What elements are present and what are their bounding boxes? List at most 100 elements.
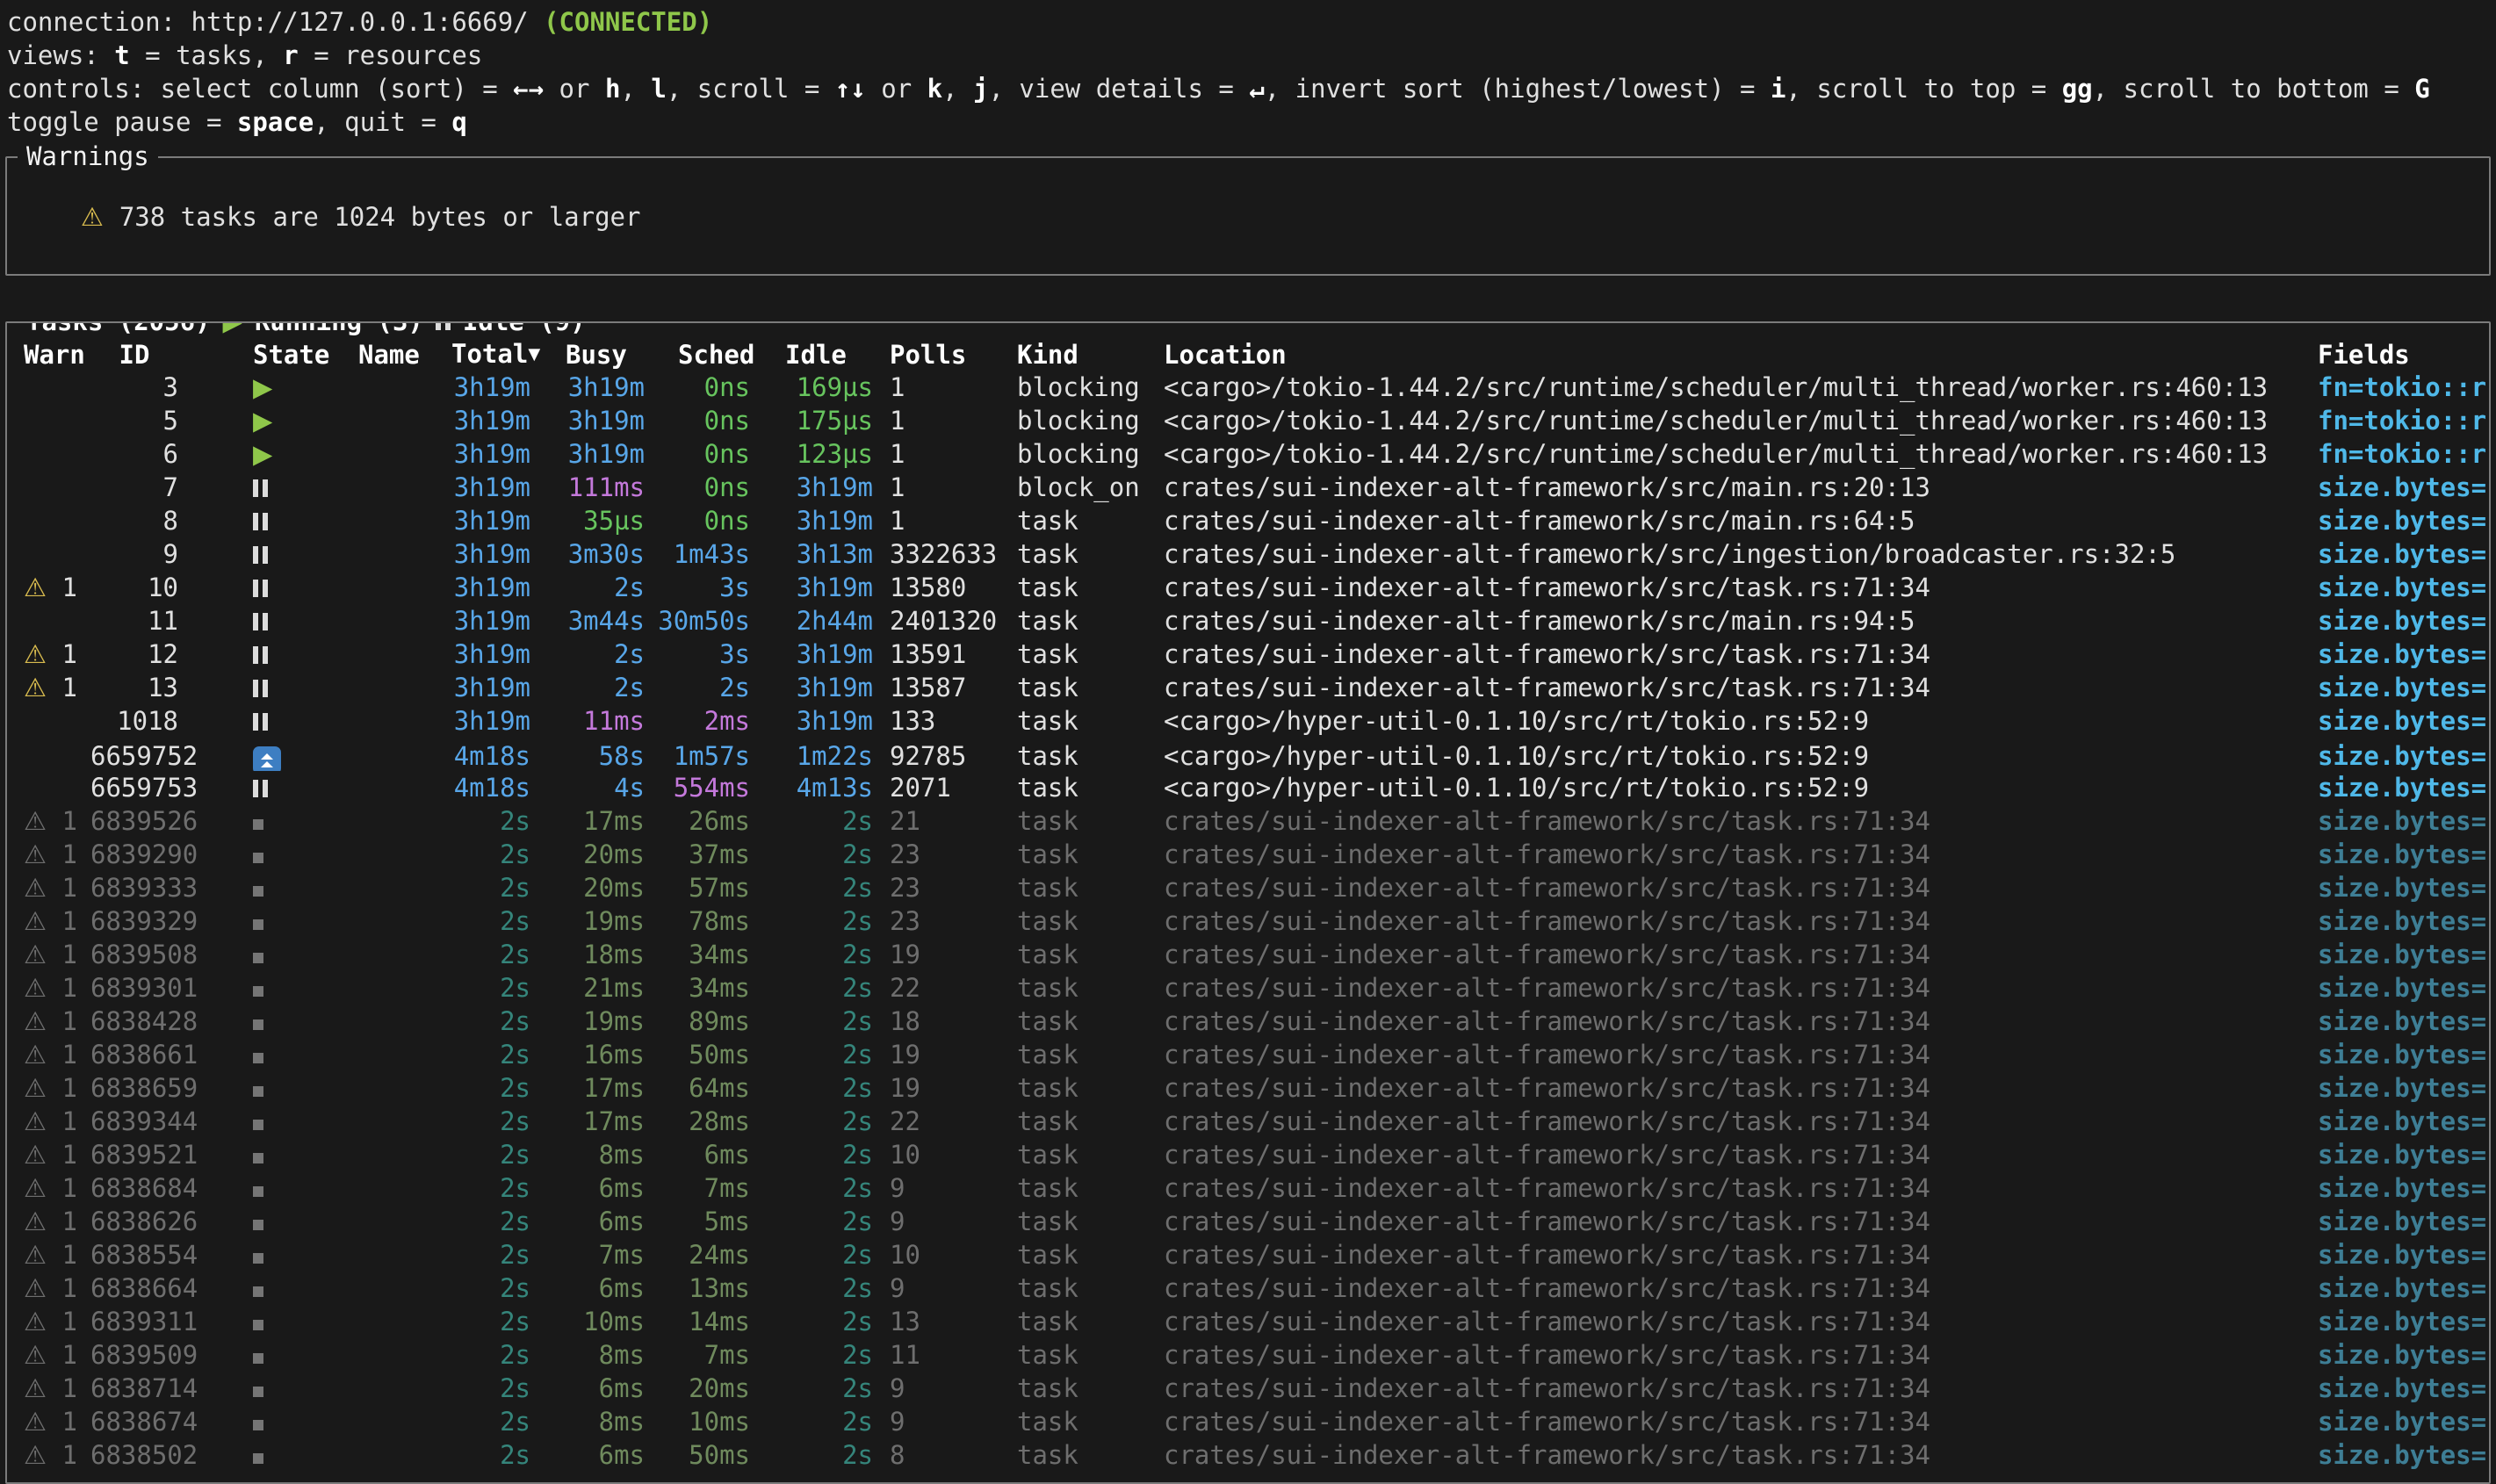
task-row[interactable]: 93h19m3m30s1m43s3h13m3322633taskcrates/s… [7, 537, 2489, 571]
cell-sched: 28ms [653, 1105, 759, 1138]
task-row[interactable]: ⚠ 168395262s17ms26ms2s21taskcrates/sui-i… [7, 804, 2489, 838]
cell-kind: task [1000, 1138, 1147, 1171]
cell-sched: 1m57s [653, 739, 759, 771]
task-row[interactable]: ⚠ 168386612s16ms50ms2s19taskcrates/sui-i… [7, 1038, 2489, 1071]
task-row[interactable]: 66597524m18s58s1m57s1m22s92785task<cargo… [7, 738, 2489, 771]
cell-fields: fn=tokio::r [2301, 437, 2489, 471]
task-row[interactable]: ⚠ 168384282s19ms89ms2s18taskcrates/sui-i… [7, 1005, 2489, 1038]
text-segment: = tasks, [130, 40, 284, 70]
idle-count: Idle (9) [463, 321, 586, 338]
task-row[interactable]: ⚠ 168386742s8ms10ms2s9taskcrates/sui-ind… [7, 1405, 2489, 1438]
task-row[interactable]: ⚠ 168393332s20ms57ms2s23taskcrates/sui-i… [7, 871, 2489, 904]
task-row[interactable]: ⚠ 168385542s7ms24ms2s10taskcrates/sui-in… [7, 1238, 2489, 1271]
task-row[interactable]: ⚠ 168393442s17ms28ms2s22taskcrates/sui-i… [7, 1105, 2489, 1138]
cell-sched: 89ms [653, 1005, 759, 1038]
cell-state [253, 738, 358, 771]
paused-icon [253, 646, 268, 664]
task-row[interactable]: ⚠ 1103h19m2s3s3h19m13580taskcrates/sui-i… [7, 571, 2489, 604]
cell-warn: ⚠ 1 [7, 1271, 90, 1305]
running-icon: ▶ [253, 406, 272, 436]
cell-fields: size.bytes= [2301, 1171, 2489, 1205]
cell-id: 6838674 [90, 1405, 253, 1438]
cell-state [253, 1238, 358, 1271]
task-row[interactable]: ⚠ 1123h19m2s3s3h19m13591taskcrates/sui-i… [7, 638, 2489, 671]
tasks-table: WarnIDStateNameTotal▼BusySchedIdlePollsK… [7, 323, 2489, 1482]
task-row[interactable]: ⚠ 168386642s6ms13ms2s9taskcrates/sui-ind… [7, 1271, 2489, 1305]
stopped-icon [253, 1220, 263, 1230]
warning-icon: ⚠ [24, 1173, 47, 1203]
paused-icon [253, 613, 268, 630]
task-row[interactable]: 113h19m3m44s30m50s2h44m2401320taskcrates… [7, 604, 2489, 638]
column-header-name[interactable]: Name [358, 338, 451, 371]
task-row[interactable]: ⚠ 168395082s18ms34ms2s19taskcrates/sui-i… [7, 938, 2489, 971]
cell-fields: size.bytes= [2301, 638, 2489, 671]
cell-kind: task [1000, 504, 1147, 537]
task-row[interactable]: ⚠ 168393112s10ms14ms2s13taskcrates/sui-i… [7, 1305, 2489, 1338]
cell-idle: 4m13s [759, 771, 873, 804]
task-row[interactable]: ⚠ 168385022s6ms50ms2s8taskcrates/sui-ind… [7, 1438, 2489, 1472]
cell-state [253, 771, 358, 804]
cell-state [253, 904, 358, 938]
task-row[interactable]: ⚠ 168393012s21ms34ms2s22taskcrates/sui-i… [7, 971, 2489, 1005]
cell-location: crates/sui-indexer-alt-framework/src/tas… [1147, 1438, 2301, 1472]
task-row[interactable]: ⚠ 168395212s8ms6ms2s10taskcrates/sui-ind… [7, 1138, 2489, 1171]
task-row[interactable]: ⚠ 168386842s6ms7ms2s9taskcrates/sui-inde… [7, 1171, 2489, 1205]
task-row[interactable]: 83h19m35µs0ns3h19m1taskcrates/sui-indexe… [7, 504, 2489, 537]
field-text: size.bytes= [2318, 906, 2486, 936]
task-row[interactable]: ⚠ 168393292s19ms78ms2s23taskcrates/sui-i… [7, 904, 2489, 938]
task-row[interactable]: ⚠ 1133h19m2s2s3h19m13587taskcrates/sui-i… [7, 671, 2489, 704]
task-row[interactable]: ⚠ 168386262s6ms5ms2s9taskcrates/sui-inde… [7, 1205, 2489, 1238]
cell-idle: 2s [759, 1338, 873, 1372]
cell-kind: task [1000, 571, 1147, 604]
cell-busy: 6ms [539, 1438, 653, 1472]
tasks-panel: Tasks (2056) ▶ Running (3) Idle (9) Warn… [5, 321, 2491, 1484]
task-row[interactable]: 66597534m18s4s554ms4m13s2071task<cargo>/… [7, 771, 2489, 804]
cell-state [253, 537, 358, 571]
cell-location: <cargo>/hyper-util-0.1.10/src/rt/tokio.r… [1147, 771, 2301, 804]
task-row[interactable]: ⚠ 168386592s17ms64ms2s19taskcrates/sui-i… [7, 1071, 2489, 1105]
text-segment: , view details = [988, 74, 1249, 104]
cell-polls: 1 [873, 404, 1000, 437]
cell-idle: 2s [759, 838, 873, 871]
column-header-loc[interactable]: Location [1147, 338, 2301, 371]
column-header-sched[interactable]: Sched [653, 338, 759, 371]
cell-fields: size.bytes= [2301, 1105, 2489, 1138]
cell-kind: blocking [1000, 437, 1147, 471]
cell-idle: 2s [759, 904, 873, 938]
column-header-state[interactable]: State [253, 338, 358, 371]
task-row[interactable]: ⚠ 168387142s6ms20ms2s9taskcrates/sui-ind… [7, 1372, 2489, 1405]
field-text: size.bytes= [2318, 1340, 2486, 1370]
cell-warn: ⚠ 1 [7, 1071, 90, 1105]
column-header-warn[interactable]: Warn [7, 338, 90, 371]
cell-state [253, 1305, 358, 1338]
cell-fields: size.bytes= [2301, 1238, 2489, 1271]
column-header-busy[interactable]: Busy [539, 338, 653, 371]
cell-kind: task [1000, 638, 1147, 671]
cell-polls: 23 [873, 838, 1000, 871]
task-row[interactable]: ⚠ 168395092s8ms7ms2s11taskcrates/sui-ind… [7, 1338, 2489, 1372]
task-row[interactable]: 10183h19m11ms2ms3h19m133task<cargo>/hype… [7, 704, 2489, 738]
cell-idle: 123µs [759, 437, 873, 471]
column-header-fields[interactable]: Fields [2301, 338, 2489, 371]
cell-kind: task [1000, 938, 1147, 971]
task-row[interactable]: 73h19m111ms0ns3h19m1block_oncrates/sui-i… [7, 471, 2489, 504]
task-row[interactable]: 5▶3h19m3h19m0ns175µs1blocking<cargo>/tok… [7, 404, 2489, 437]
cell-id: 6838659 [90, 1071, 253, 1105]
task-row[interactable]: 6▶3h19m3h19m0ns123µs1blocking<cargo>/tok… [7, 437, 2489, 471]
cell-warn: ⚠ 1 [7, 804, 90, 838]
column-header-kind[interactable]: Kind [1000, 338, 1147, 371]
column-header-id[interactable]: ID [90, 338, 253, 371]
task-row[interactable]: ⚠ 168392902s20ms37ms2s23taskcrates/sui-i… [7, 838, 2489, 871]
text-segment: h [605, 74, 620, 104]
cell-fields: size.bytes= [2301, 1372, 2489, 1405]
stopped-icon [253, 1120, 263, 1130]
cell-busy: 20ms [539, 838, 653, 871]
column-header-idle[interactable]: Idle [759, 338, 873, 371]
cell-kind: blocking [1000, 404, 1147, 437]
column-header-total[interactable]: Total▼ [451, 337, 539, 371]
column-header-polls[interactable]: Polls [873, 338, 1000, 371]
text-segment: , [620, 74, 651, 104]
cell-sched: 554ms [653, 771, 759, 804]
task-row[interactable]: 3▶3h19m3h19m0ns169µs1blocking<cargo>/tok… [7, 371, 2489, 404]
cell-sched: 6ms [653, 1138, 759, 1171]
